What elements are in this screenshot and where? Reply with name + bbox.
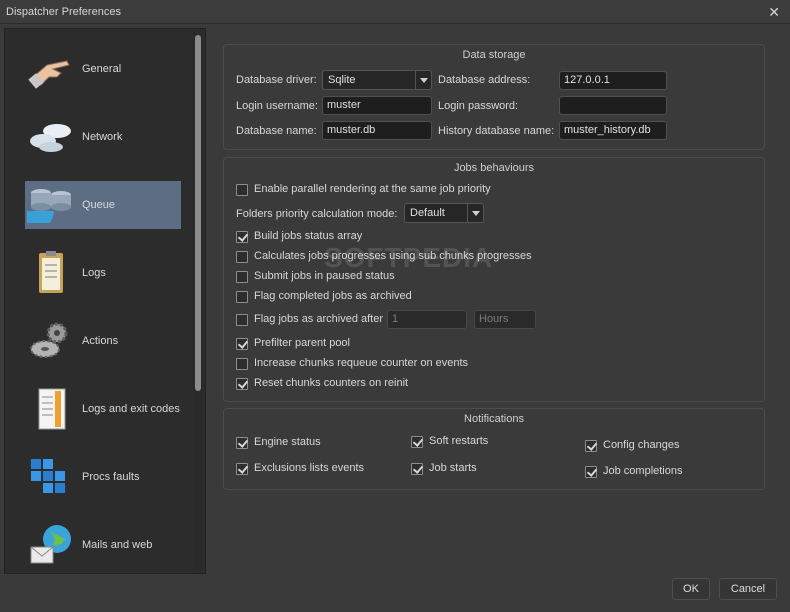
checkbox-box[interactable]: [411, 463, 423, 475]
sidebar-item-label: General: [82, 63, 122, 75]
notifications-group: Notifications Engine status Soft restart…: [223, 408, 765, 490]
login-password-label: Login password:: [438, 100, 519, 112]
sidebar-item-network[interactable]: Network: [25, 113, 181, 161]
database-driver-value: Sqlite: [328, 74, 356, 86]
database-driver-select[interactable]: Sqlite: [322, 70, 432, 90]
checkbox-box[interactable]: [585, 440, 597, 452]
title-bar: Dispatcher Preferences ✕: [0, 0, 790, 24]
checkbox-label: Flag completed jobs as archived: [254, 290, 412, 302]
sidebar-item-label: Mails and web: [82, 539, 153, 551]
checkbox-box[interactable]: [236, 437, 248, 449]
close-icon[interactable]: ✕: [768, 4, 780, 21]
sidebar-item-label: Procs faults: [82, 471, 140, 483]
cubes-icon: [27, 455, 75, 499]
checkbox-label: Reset chunks counters on reinit: [254, 377, 409, 389]
scrollbar-thumb[interactable]: [195, 35, 201, 391]
checkbox-label: Job completions: [603, 465, 683, 477]
checkbox-label: Calculates jobs progresses using sub chu…: [254, 250, 532, 262]
checkbox-box[interactable]: [236, 271, 248, 283]
checkbox-box[interactable]: [236, 184, 248, 196]
sidebar-scrollbar[interactable]: [193, 33, 203, 569]
pointing-hand-icon: [27, 47, 75, 91]
cancel-button[interactable]: Cancel: [719, 578, 777, 600]
checkbox-box[interactable]: [236, 378, 248, 390]
checkbox-box[interactable]: [236, 251, 248, 263]
checkbox-label: Engine status: [254, 436, 321, 448]
group-title: Jobs behaviours: [453, 162, 535, 174]
checkbox-label: Prefilter parent pool: [254, 337, 350, 349]
history-database-label: History database name:: [438, 125, 555, 137]
folders-mode-value: Default: [410, 207, 445, 219]
checkbox-label: Build jobs status array: [254, 230, 363, 242]
sidebar-item-label: Logs and exit codes: [82, 403, 180, 415]
archive-after-unit-field[interactable]: Hours: [474, 310, 536, 329]
checkbox-label: Exclusions lists events: [254, 462, 365, 474]
checkbox-box[interactable]: [236, 463, 248, 475]
archive-after-value-field[interactable]: 1: [387, 310, 467, 329]
login-password-field[interactable]: [559, 96, 667, 115]
database-icon: [21, 183, 75, 227]
data-storage-group: Data storage Database driver: Sqlite Dat…: [223, 44, 765, 150]
history-database-field[interactable]: muster_history.db: [559, 121, 667, 140]
checkbox-label: Enable parallel rendering at the same jo…: [254, 183, 491, 195]
gears-icon: [27, 319, 75, 363]
login-username-field[interactable]: muster: [322, 96, 432, 115]
globe-mail-icon: [27, 523, 75, 567]
checkbox-box[interactable]: [236, 338, 248, 350]
sidebar-item-procs-faults[interactable]: Procs faults: [25, 453, 181, 501]
sidebar-item-label: Logs: [82, 267, 106, 279]
window-title: Dispatcher Preferences: [6, 6, 121, 18]
checkbox-label: Submit jobs in paused status: [254, 270, 395, 282]
database-address-label: Database address:: [438, 74, 531, 86]
database-address-field[interactable]: 127.0.0.1: [559, 71, 667, 90]
sidebar-item-label: Network: [82, 131, 123, 143]
checkbox-box[interactable]: [236, 358, 248, 370]
checkbox-box[interactable]: [236, 291, 248, 303]
database-name-field[interactable]: muster.db: [322, 121, 432, 140]
sidebar-item-mails-web[interactable]: Mails and web: [25, 521, 181, 569]
clipboard-icon: [27, 251, 75, 295]
checkbox-label: Flag jobs as archived after: [254, 313, 384, 325]
checkbox-label: Config changes: [603, 439, 680, 451]
sidebar-item-label: Actions: [82, 335, 119, 347]
clouds-icon: [27, 115, 75, 159]
folders-mode-select[interactable]: Default: [404, 203, 484, 223]
checkbox-box[interactable]: [585, 466, 597, 478]
group-title: Notifications: [464, 413, 524, 425]
login-username-label: Login username:: [236, 100, 318, 112]
checkbox-box[interactable]: [411, 436, 423, 448]
sidebar-item-actions[interactable]: Actions: [25, 317, 181, 365]
sidebar-item-label: Queue: [82, 199, 116, 211]
sidebar-item-logs[interactable]: Logs: [25, 249, 181, 297]
sidebar: General Network Queue Logs Actions Logs …: [4, 28, 206, 574]
group-title: Data storage: [462, 49, 526, 61]
sidebar-item-general[interactable]: General: [25, 45, 181, 93]
checkbox-box[interactable]: [236, 314, 248, 326]
chevron-down-icon: [467, 204, 483, 222]
database-driver-label: Database driver:: [236, 74, 317, 86]
document-icon: [27, 387, 75, 431]
ok-button[interactable]: OK: [672, 578, 710, 600]
checkbox-label: Job starts: [429, 462, 477, 474]
jobs-behaviours-group: Jobs behaviours Enable parallel renderin…: [223, 157, 765, 402]
checkbox-label: Increase chunks requeue counter on event…: [254, 357, 469, 369]
sidebar-item-queue[interactable]: Queue: [21, 181, 181, 229]
checkbox-box[interactable]: [236, 231, 248, 243]
chevron-down-icon: [415, 71, 431, 89]
database-name-label: Database name:: [236, 125, 317, 137]
folders-mode-label: Folders priority calculation mode:: [236, 208, 398, 220]
sidebar-item-logs-exit-codes[interactable]: Logs and exit codes: [25, 385, 181, 433]
checkbox-label: Soft restarts: [429, 435, 489, 447]
